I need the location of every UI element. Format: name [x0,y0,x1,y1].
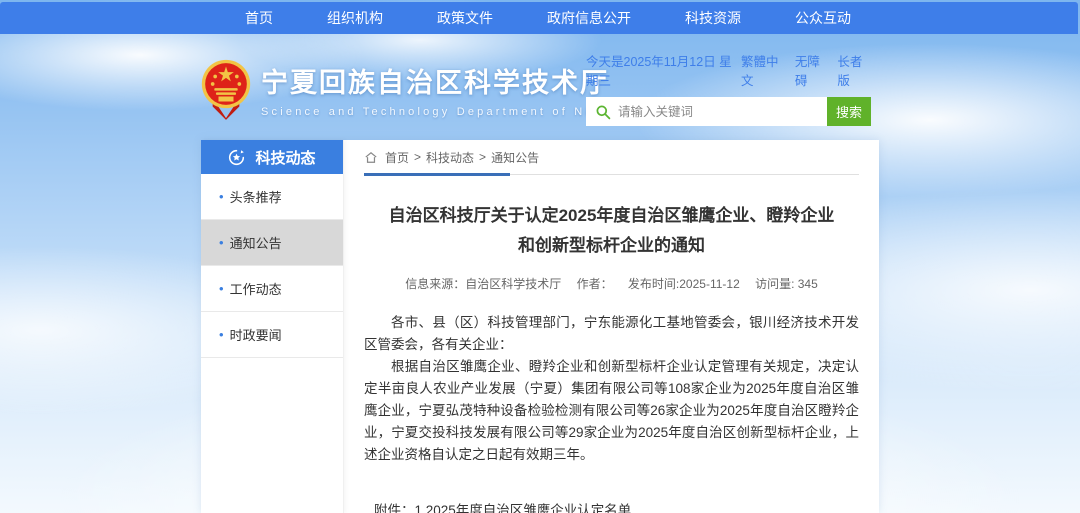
article-title-line1: 自治区科技厅关于认定2025年度自治区雏鹰企业、瞪羚企业 [364,201,859,231]
bullet-icon: • [219,235,224,250]
link-accessibility[interactable]: 无障碍 [795,51,829,89]
link-elderly-version[interactable]: 长者版 [837,51,871,89]
article-meta: 信息来源：自治区科学技术厅 作者： 发布时间:2025-11-12 访问量: 3… [364,275,859,292]
breadcrumb-sci-tech-news[interactable]: 科技动态 [426,149,474,166]
sidebar-item-label: 工作动态 [230,279,282,298]
article-title: 自治区科技厅关于认定2025年度自治区雏鹰企业、瞪羚企业 和创新型标杆企业的通知 [364,201,859,261]
breadcrumb-separator: > [414,150,421,164]
nav-item-public-interaction[interactable]: 公众互动 [768,2,878,34]
link-traditional-chinese[interactable]: 繁體中文 [741,51,786,89]
bullet-icon: • [219,281,224,296]
nav-item-home[interactable]: 首页 [218,2,300,34]
nav-item-gov-info-disclosure[interactable]: 政府信息公开 [520,2,658,34]
search-icon [595,104,611,120]
sidebar-item-headlines[interactable]: • 头条推荐 [201,174,343,220]
site-header: 宁夏回族自治区科学技术厅 Science and Technology Depa… [0,34,1080,140]
article-body: 各市、县（区）科技管理部门，宁东能源化工基地管委会，银川经济技术开发区管委会，各… [364,312,859,466]
article-paragraph: 各市、县（区）科技管理部门，宁东能源化工基地管委会，银川经济技术开发区管委会，各… [364,312,859,356]
meta-publish-date: 发布时间:2025-11-12 [628,277,740,291]
sidebar-header: 科技动态 [201,140,343,174]
sidebar-item-label: 头条推荐 [230,187,282,206]
article-title-line2: 和创新型标杆企业的通知 [364,231,859,261]
breadcrumb-home[interactable]: 首页 [385,149,409,166]
top-navigation: 首页 组织机构 政策文件 政府信息公开 科技资源 公众互动 [0,2,1078,34]
sci-tech-news-icon [228,149,245,166]
bullet-icon: • [219,327,224,342]
meta-author: 作者： [577,277,613,291]
sidebar-item-work-trends[interactable]: • 工作动态 [201,266,343,312]
meta-source: 信息来源：自治区科学技术厅 [405,277,561,291]
sidebar-item-label: 通知公告 [230,233,282,252]
sidebar: 科技动态 • 头条推荐 • 通知公告 • 工作动态 • 时政要闻 [201,140,344,513]
meta-views: 访问量: 345 [755,277,818,291]
search-input[interactable] [618,105,818,119]
breadcrumb-separator: > [479,150,486,164]
article-paragraph: 根据自治区雏鹰企业、瞪羚企业和创新型标杆企业认定管理有关规定，决定认定半亩良人农… [364,356,859,466]
sidebar-item-notices[interactable]: • 通知公告 [201,220,343,266]
home-icon [364,151,378,164]
bullet-icon: • [219,189,224,204]
attachments: 附件： 1.2025年度自治区雏鹰企业认定名单 2.2025年度自治区瞪羚企业认… [364,500,859,513]
sidebar-title: 科技动态 [255,147,315,168]
breadcrumb: 首页 > 科技动态 > 通知公告 [364,140,859,175]
attachment-link-1[interactable]: 1.2025年度自治区雏鹰企业认定名单 [415,500,672,513]
article-area: 首页 > 科技动态 > 通知公告 自治区科技厅关于认定2025年度自治区雏鹰企业… [344,140,879,513]
national-emblem-icon [201,58,251,120]
current-date: 今天是2025年11月12日 星期三 [586,51,741,89]
search-button[interactable]: 搜索 [827,97,871,126]
site-logo[interactable]: 宁夏回族自治区科学技术厅 Science and Technology Depa… [201,58,633,120]
breadcrumb-current[interactable]: 通知公告 [491,149,539,166]
sidebar-item-current-politics[interactable]: • 时政要闻 [201,312,343,358]
sidebar-item-label: 时政要闻 [230,325,282,344]
site-subtitle: Science and Technology Department of Nin… [261,106,633,118]
nav-item-sci-tech-resources[interactable]: 科技资源 [658,2,768,34]
search-bar: 搜索 [586,97,871,126]
content-container: 科技动态 • 头条推荐 • 通知公告 • 工作动态 • 时政要闻 首页 > 科技… [201,140,879,513]
site-title: 宁夏回族自治区科学技术厅 [261,61,633,100]
nav-item-policy-documents[interactable]: 政策文件 [410,2,520,34]
attachments-label: 附件： [374,500,415,513]
nav-item-organization[interactable]: 组织机构 [300,2,410,34]
